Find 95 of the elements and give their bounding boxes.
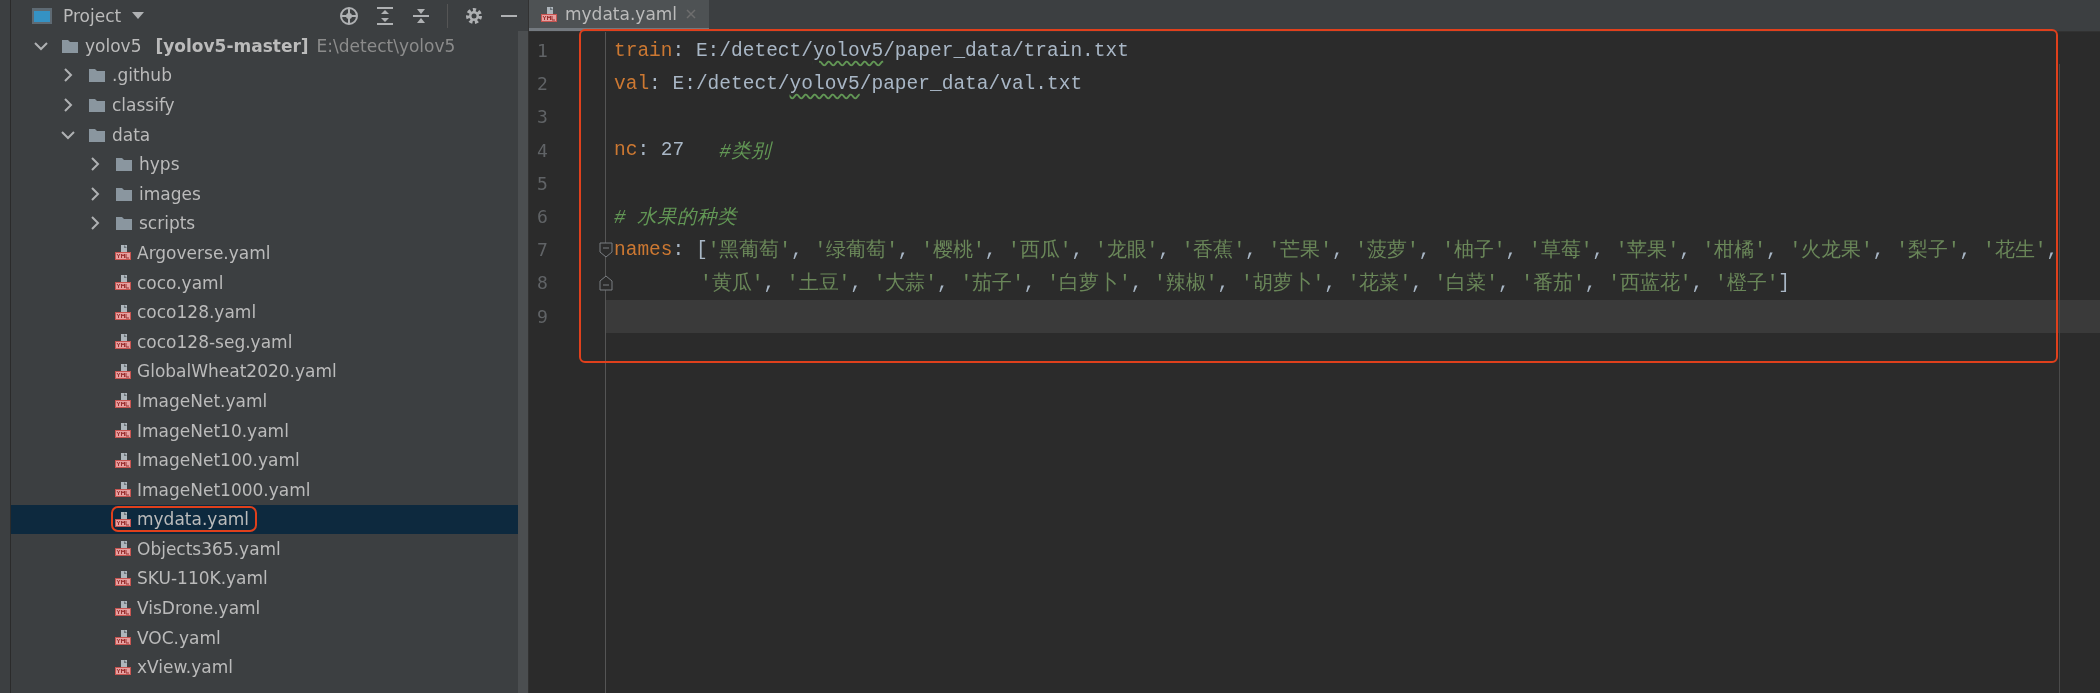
code-line: nc: 27 #类别: [613, 138, 774, 165]
line-number: 2: [537, 73, 548, 95]
code-line: '黄瓜', '土豆', '大蒜', '茄子', '白萝卜', '辣椒', '胡萝卜', '花菜', '白菜', '番茄', '西蓝花', '橙子']: [699, 270, 1792, 298]
yaml-file-icon: [115, 658, 131, 676]
code-line: val: E:/detect/yolov5/paper_data/val.txt: [613, 71, 1084, 97]
tree-label: ImageNet100.yaml: [137, 450, 300, 471]
line-number: 4: [537, 139, 548, 161]
tree-row[interactable]: SKU-110K.yaml: [11, 563, 518, 594]
tree-label: data: [112, 124, 151, 145]
tree-label: hyps: [139, 154, 180, 175]
tree-row[interactable]: coco.yaml: [11, 267, 518, 298]
yaml-file-icon: [115, 392, 131, 410]
tree-row[interactable]: ImageNet100.yaml: [11, 445, 518, 475]
tree-row[interactable]: yolov5 [yolov5-master] E:\detect\yolov5: [11, 31, 518, 61]
yaml-file-icon: [115, 362, 131, 380]
yaml-file-icon: [115, 244, 131, 262]
tree-label: Objects365.yaml: [137, 538, 281, 559]
fold-marker-icon[interactable]: [599, 274, 613, 291]
tree-label: ImageNet.yaml: [137, 390, 268, 411]
tree-row[interactable]: ImageNet.yaml: [11, 386, 518, 416]
line-number: 8: [537, 272, 548, 294]
dropdown-caret-icon: [131, 11, 146, 20]
tree-label: mydata.yaml: [137, 509, 250, 530]
tree-label: coco128-seg.yaml: [137, 331, 293, 352]
line-number: 6: [537, 206, 548, 228]
tree-row[interactable]: .github: [11, 60, 518, 91]
crosshair-icon[interactable]: [339, 5, 359, 26]
editor-tab[interactable]: mydata.yaml: [529, 0, 710, 31]
tree-label: coco128.yaml: [137, 302, 257, 323]
tree-row[interactable]: ImageNet10.yaml: [11, 415, 518, 446]
tree-row[interactable]: scripts: [11, 208, 518, 239]
tree-row[interactable]: hyps: [11, 149, 518, 179]
yaml-file-icon: [115, 629, 131, 647]
yaml-file-icon: [115, 451, 131, 469]
yaml-file-icon: [115, 599, 131, 617]
tree-label: yolov5: [85, 35, 142, 56]
yaml-file-icon: [115, 481, 131, 499]
settings-icon[interactable]: [464, 5, 484, 26]
yaml-file-icon: [115, 510, 131, 528]
tree-row[interactable]: mydata.yaml: [11, 504, 518, 535]
tree-row[interactable]: classify: [11, 90, 518, 120]
path-label: E:\detect\yolov5: [316, 35, 456, 56]
tree-row[interactable]: images: [11, 178, 518, 209]
tree-row[interactable]: data: [11, 119, 518, 150]
tree-row[interactable]: GlobalWheat2020.yaml: [11, 356, 518, 387]
code-line: # 水果的种类: [613, 206, 739, 232]
code-line: train: E:/detect/yolov5/paper_data/train.txt: [613, 38, 1130, 64]
tree-label: VOC.yaml: [137, 627, 221, 648]
folder-icon: [88, 126, 106, 143]
folder-icon: [115, 215, 133, 232]
line-number: 7: [537, 239, 548, 261]
line-number: 1: [537, 40, 548, 62]
tree-row[interactable]: coco128.yaml: [11, 297, 518, 327]
tree-row[interactable]: VOC.yaml: [11, 622, 518, 653]
tree-row[interactable]: ImageNet1000.yaml: [11, 474, 518, 505]
yaml-file-icon: [115, 303, 131, 321]
fold-marker-icon[interactable]: [599, 241, 613, 258]
tree-label: ImageNet10.yaml: [137, 420, 289, 441]
code-line: names: ['黑葡萄', '绿葡萄', '樱桃', '西瓜', '龙眼', '香蕉', '芒果', '菠萝', '柚子', '草莓', '苹果', '柑橘', '火龙果', '梨子', '花生',: [613, 237, 2060, 265]
yaml-file-icon: [115, 540, 131, 558]
tree-label: ImageNet1000.yaml: [137, 479, 311, 500]
folder-icon: [61, 37, 79, 54]
tree-label: SKU-110K.yaml: [137, 568, 268, 589]
tree-row[interactable]: Objects365.yaml: [11, 534, 518, 564]
module-label: [yolov5-master]: [155, 35, 309, 56]
tree-label: VisDrone.yaml: [137, 598, 261, 619]
tree-row[interactable]: Argoverse.yaml: [11, 238, 518, 268]
yaml-file-icon: [115, 333, 131, 351]
folder-icon: [88, 97, 106, 113]
tree-label: images: [139, 183, 201, 204]
window-icon: [31, 6, 53, 25]
tree-row[interactable]: VisDrone.yaml: [11, 593, 518, 623]
panel-title[interactable]: Project: [63, 5, 122, 26]
line-number: 5: [537, 172, 548, 194]
yaml-file-icon: [541, 5, 557, 23]
yaml-file-icon: [115, 570, 131, 587]
tree-row[interactable]: xView.yaml: [11, 652, 518, 683]
folder-icon: [88, 67, 106, 84]
folder-icon: [115, 185, 133, 202]
tree-label: scripts: [139, 213, 196, 234]
expand-all-icon[interactable]: [375, 5, 395, 26]
tree-label: xView.yaml: [137, 657, 233, 678]
tree-label: coco.yaml: [137, 272, 224, 293]
tree-row[interactable]: coco128-seg.yaml: [11, 326, 518, 357]
yaml-file-icon: [115, 422, 131, 439]
line-number: 3: [537, 106, 548, 128]
line-number: 9: [537, 305, 548, 327]
folder-icon: [115, 156, 133, 173]
tree-label: classify: [112, 95, 175, 115]
yaml-file-icon: [115, 274, 131, 292]
tree-label: .github: [112, 65, 172, 86]
tree-label: Argoverse.yaml: [137, 242, 271, 263]
scrollbar[interactable]: [518, 31, 528, 693]
tree-label: GlobalWheat2020.yaml: [137, 361, 337, 382]
tab-label: mydata.yaml: [565, 4, 678, 24]
